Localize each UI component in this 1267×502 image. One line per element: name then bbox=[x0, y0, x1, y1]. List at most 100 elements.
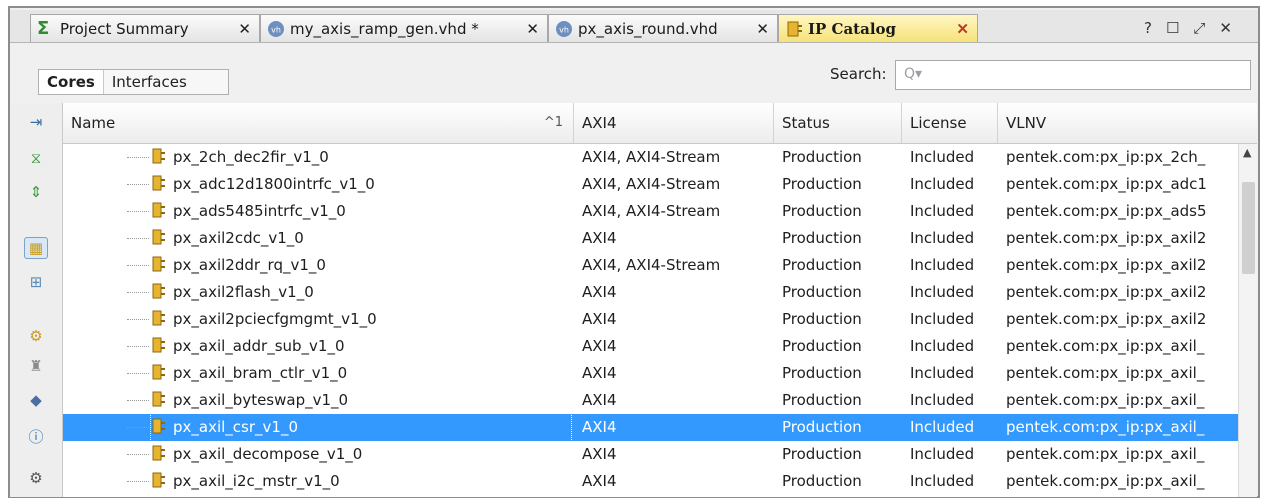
scrollbar-thumb[interactable] bbox=[1242, 182, 1255, 274]
tree-connector bbox=[127, 265, 149, 266]
svg-text:vh: vh bbox=[559, 25, 569, 34]
ip-core-icon bbox=[152, 391, 165, 407]
cell-axi4: AXI4 bbox=[582, 472, 617, 490]
cell-vlnv: pentek.com:px_ip:px_axil_ bbox=[1006, 391, 1205, 409]
ip-name: px_axil_decompose_v1_0 bbox=[173, 445, 363, 463]
maximize-icon[interactable]: ☐ bbox=[1166, 19, 1193, 37]
cell-axi4: AXI4 bbox=[582, 337, 617, 355]
ip-name: px_axil_byteswap_v1_0 bbox=[173, 391, 349, 409]
ip-core-icon bbox=[152, 283, 165, 299]
table-row[interactable]: px_axil_addr_sub_v1_0 AXI4 Production Inclu… bbox=[63, 333, 1238, 360]
table-row[interactable]: px_axil2flash_v1_0 AXI4 Production Included… bbox=[63, 279, 1238, 306]
table-row[interactable]: px_axil_csr_v1_0 AXI4 Production Included pe… bbox=[63, 413, 1238, 442]
tree-connector bbox=[127, 346, 149, 347]
ip-core-icon bbox=[152, 310, 165, 326]
repository-icon[interactable]: ◆ bbox=[24, 389, 48, 411]
table-row[interactable]: px_axil_bram_ctlr_v1_0 AXI4 Production Incl… bbox=[63, 360, 1238, 387]
cell-status: Production bbox=[782, 202, 862, 220]
table-row[interactable]: px_axil_byteswap_v1_0 AXI4 Production Inclu… bbox=[63, 387, 1238, 414]
tab-ip-catalog[interactable]: IP Catalog ✕ bbox=[778, 14, 978, 42]
search-icon: Q▾ bbox=[904, 66, 923, 82]
tab-project-summary[interactable]: Σ Project Summary ✕ bbox=[30, 14, 260, 42]
table-row[interactable]: px_axil2ddr_rq_v1_0 AXI4, AXI4-Stream Prod… bbox=[63, 252, 1238, 279]
ip-settings-icon[interactable]: ⚙ bbox=[24, 325, 48, 347]
table-row[interactable]: px_axil2cdc_v1_0 AXI4 Production Included pe… bbox=[63, 225, 1238, 252]
cell-vlnv: pentek.com:px_ip:px_axil2 bbox=[1006, 310, 1207, 328]
ip-name: px_axil_addr_sub_v1_0 bbox=[173, 337, 345, 355]
tab-px-axis-round[interactable]: vh px_axis_round.vhd ✕ bbox=[548, 14, 778, 42]
table-row[interactable]: px_axil_decompose_v1_0 AXI4 Production Incl… bbox=[63, 441, 1238, 468]
help-icon[interactable]: ? bbox=[1144, 19, 1166, 37]
customize-ip-icon[interactable]: ⊞ bbox=[24, 271, 48, 293]
cell-axi4: AXI4 bbox=[582, 364, 617, 382]
ip-info-icon[interactable]: ⓘ bbox=[24, 425, 48, 447]
cell-name: px_axil_csr_v1_0 bbox=[150, 413, 572, 442]
sigma-icon: Σ bbox=[37, 17, 50, 39]
tree-connector bbox=[127, 292, 149, 293]
close-icon[interactable]: ✕ bbox=[756, 20, 769, 38]
sort-indicator: ^1 bbox=[543, 115, 563, 130]
column-header-vlnv[interactable]: VLNV bbox=[998, 103, 1238, 143]
cell-axi4: AXI4, AXI4-Stream bbox=[582, 202, 721, 220]
ip-core-icon bbox=[152, 229, 165, 245]
cell-axi4: AXI4, AXI4-Stream bbox=[582, 256, 721, 274]
cell-license: Included bbox=[910, 202, 975, 220]
expand-collapse-icon[interactable]: ⇕ bbox=[24, 181, 48, 203]
cell-license: Included bbox=[910, 256, 975, 274]
close-icon[interactable]: ✕ bbox=[956, 20, 969, 38]
tab-interfaces[interactable]: Interfaces bbox=[104, 70, 195, 94]
tree-connector bbox=[127, 481, 149, 482]
cell-axi4: AXI4, AXI4-Stream bbox=[582, 148, 721, 166]
close-window-icon[interactable]: ✕ bbox=[1219, 19, 1246, 37]
tree-connector bbox=[127, 427, 149, 428]
close-icon[interactable]: ✕ bbox=[526, 20, 539, 38]
group-by-icon[interactable]: ▦ bbox=[24, 237, 48, 259]
cell-name: px_axil_byteswap_v1_0 bbox=[151, 387, 571, 414]
expand-all-icon[interactable]: ⇥ bbox=[24, 111, 48, 133]
cell-axi4: AXI4 bbox=[582, 310, 617, 328]
cell-status: Production bbox=[782, 229, 862, 247]
ip-name: px_axil_bram_ctlr_v1_0 bbox=[173, 364, 348, 382]
vertical-scrollbar[interactable]: ▲ bbox=[1238, 144, 1257, 497]
table-header: Name ^1 AXI4 Status License VLNV bbox=[63, 103, 1257, 144]
tab-cores[interactable]: Cores bbox=[39, 70, 104, 94]
column-header-axi4[interactable]: AXI4 bbox=[574, 103, 774, 143]
cell-license: Included bbox=[910, 418, 975, 436]
cell-status: Production bbox=[782, 364, 862, 382]
table-row[interactable]: px_adc12d1800intrfc_v1_0 AXI4, AXI4-Strea… bbox=[63, 171, 1238, 198]
left-icon-toolbar: ⇥ ⧖ ⇕ ▦ ⊞ ⚙ ♜ ◆ ⓘ ⚙ bbox=[10, 103, 63, 497]
svg-text:vh: vh bbox=[271, 25, 281, 34]
column-header-name[interactable]: Name ^1 bbox=[63, 103, 574, 143]
cell-status: Production bbox=[782, 418, 862, 436]
tab-my-axis-ramp-gen[interactable]: vh my_axis_ramp_gen.vhd * ✕ bbox=[260, 14, 548, 42]
table-row[interactable]: px_2ch_dec2fir_v1_0 AXI4, AXI4-Stream Prod… bbox=[63, 144, 1238, 171]
cell-vlnv: pentek.com:px_ip:px_axil_ bbox=[1006, 364, 1205, 382]
tree-connector bbox=[127, 184, 149, 185]
collapse-all-icon[interactable]: ⧖ bbox=[24, 147, 48, 169]
ip-name: px_axil_i2c_mstr_v1_0 bbox=[173, 472, 340, 490]
cell-name: px_axil_addr_sub_v1_0 bbox=[151, 333, 571, 360]
table-row[interactable]: px_ads5485intrfc_v1_0 AXI4, AXI4-Stream Pr… bbox=[63, 198, 1238, 225]
column-header-status[interactable]: Status bbox=[774, 103, 902, 143]
cell-vlnv: pentek.com:px_ip:px_2ch_ bbox=[1006, 148, 1206, 166]
ip-name: px_axil2cdc_v1_0 bbox=[173, 229, 304, 247]
cell-name: px_axil2ddr_rq_v1_0 bbox=[151, 252, 571, 279]
cell-status: Production bbox=[782, 445, 862, 463]
float-icon[interactable]: ⤢ bbox=[1193, 19, 1219, 37]
cell-license: Included bbox=[910, 310, 975, 328]
cell-license: Included bbox=[910, 283, 975, 301]
cell-vlnv: pentek.com:px_ip:px_axil2 bbox=[1006, 229, 1207, 247]
settings-gear-icon[interactable]: ⚙ bbox=[24, 467, 48, 489]
cell-vlnv: pentek.com:px_ip:px_axil_ bbox=[1006, 445, 1205, 463]
scroll-up-icon[interactable]: ▲ bbox=[1243, 146, 1251, 159]
column-header-license[interactable]: License bbox=[902, 103, 998, 143]
close-icon[interactable]: ✕ bbox=[238, 20, 251, 38]
tree-connector bbox=[127, 319, 149, 320]
tree-connector bbox=[127, 238, 149, 239]
ip-name: px_adc12d1800intrfc_v1_0 bbox=[173, 175, 375, 193]
table-row[interactable]: px_axil2pciecfgmgmt_v1_0 AXI4 Production In… bbox=[63, 306, 1238, 333]
search-input[interactable]: Q▾ bbox=[895, 60, 1251, 90]
ip-core-icon bbox=[152, 364, 165, 380]
table-row[interactable]: px_axil_i2c_mstr_v1_0 AXI4 Production Inclu… bbox=[63, 468, 1238, 495]
license-icon[interactable]: ♜ bbox=[24, 355, 48, 377]
